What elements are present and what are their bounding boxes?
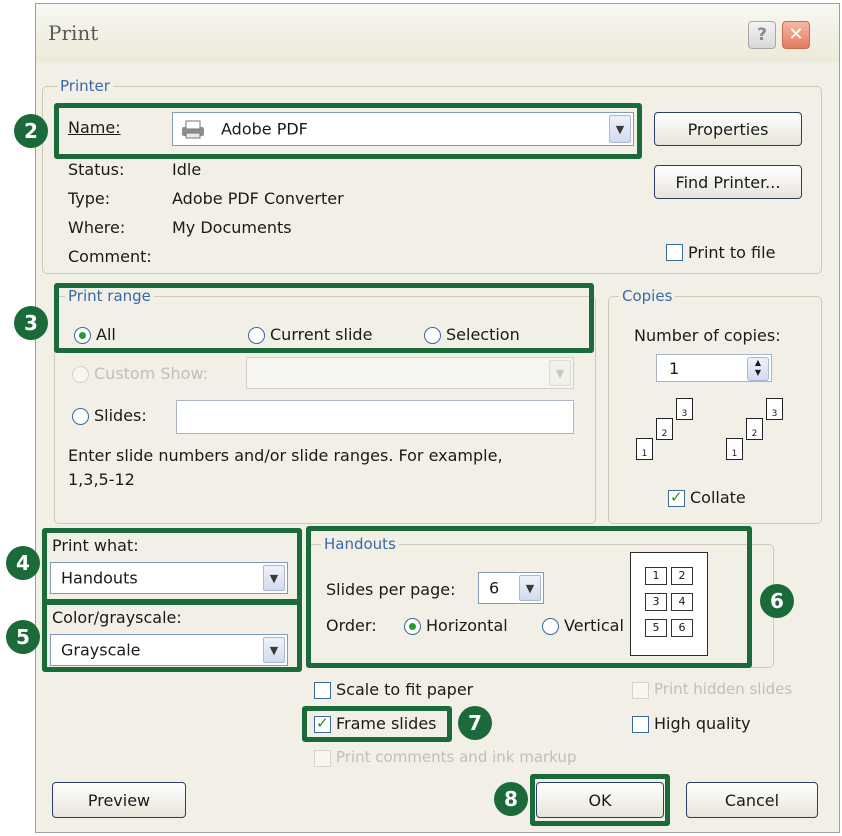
range-slides-label: Slides: [94,406,147,425]
range-slides-radio[interactable] [72,408,89,425]
status-value: Idle [172,160,202,179]
callout-box-print-what [42,528,302,604]
print-comments-label: Print comments and ink markup [336,748,577,766]
print-hidden-label: Print hidden slides [654,680,793,698]
question-icon: ? [757,25,767,45]
callout-badge-2: 2 [14,114,48,148]
where-label: Where: [68,218,126,237]
properties-button-label: Properties [687,119,769,139]
scale-to-fit-label: Scale to fit paper [336,680,474,699]
collate-label: Collate [690,488,746,507]
where-value: My Documents [172,218,292,237]
callout-box-ok [530,774,670,826]
comment-label: Comment: [68,247,152,266]
copies-input[interactable]: 1 ▲ ▼ [656,354,772,382]
find-printer-button[interactable]: Find Printer... [654,165,802,199]
scale-to-fit-checkbox[interactable] [314,682,331,699]
print-to-file-checkbox[interactable] [666,244,683,261]
preview-button-label: Preview [87,790,151,810]
printer-legend: Printer [57,76,113,96]
collate-page-icon: 2 [656,418,673,440]
cancel-button[interactable]: Cancel [686,782,818,818]
callout-box-color [42,600,302,672]
status-label: Status: [68,160,125,179]
range-custom-show-label: Custom Show: [94,364,209,383]
print-hidden-checkbox[interactable] [632,682,649,699]
preview-button[interactable]: Preview [52,782,186,818]
collate-page-icon: 2 [746,418,763,440]
copies-legend: Copies [619,286,676,306]
callout-box-print-range [54,283,594,353]
close-button[interactable]: ✕ [782,21,810,49]
collate-checkbox[interactable] [668,488,685,507]
high-quality-checkbox[interactable] [632,716,649,733]
callout-box-printer-name [54,103,642,159]
type-label: Type: [68,189,111,208]
callout-badge-8: 8 [494,782,528,816]
range-custom-show-radio[interactable] [72,366,89,383]
slides-input[interactable] [176,400,574,434]
callout-badge-4: 4 [6,546,40,580]
collate-page-icon: 1 [726,438,743,460]
callout-box-handouts [306,526,752,668]
close-icon: ✕ [788,24,804,45]
callout-box-frame-slides [302,706,452,742]
callout-badge-7: 7 [458,706,492,740]
title-bar: Print ? ✕ [36,4,839,62]
collate-page-icon: 3 [766,398,783,420]
copies-number-label: Number of copies: [634,326,781,345]
slides-help-example: 1,3,5-12 [68,470,135,489]
slides-help-text: Enter slide numbers and/or slide ranges.… [68,446,503,465]
collate-page-icon: 3 [676,398,693,420]
copies-input-value: 1 [669,359,680,378]
custom-show-select[interactable]: ▼ [246,357,574,389]
type-value: Adobe PDF Converter [172,189,344,208]
spinner-icon[interactable]: ▲ ▼ [747,357,769,381]
callout-badge-6: 6 [760,584,794,618]
find-printer-button-label: Find Printer... [675,172,781,192]
dialog-title: Print [48,21,99,45]
print-comments-checkbox[interactable] [314,750,331,767]
properties-button[interactable]: Properties [654,112,802,146]
high-quality-label: High quality [654,714,751,733]
collate-page-icon: 1 [636,438,653,460]
print-to-file-label: Print to file [688,243,776,262]
callout-badge-5: 5 [6,620,40,654]
callout-badge-3: 3 [14,306,48,340]
chevron-down-icon: ▼ [549,360,571,386]
help-button[interactable]: ? [748,21,776,49]
cancel-button-label: Cancel [724,790,780,810]
